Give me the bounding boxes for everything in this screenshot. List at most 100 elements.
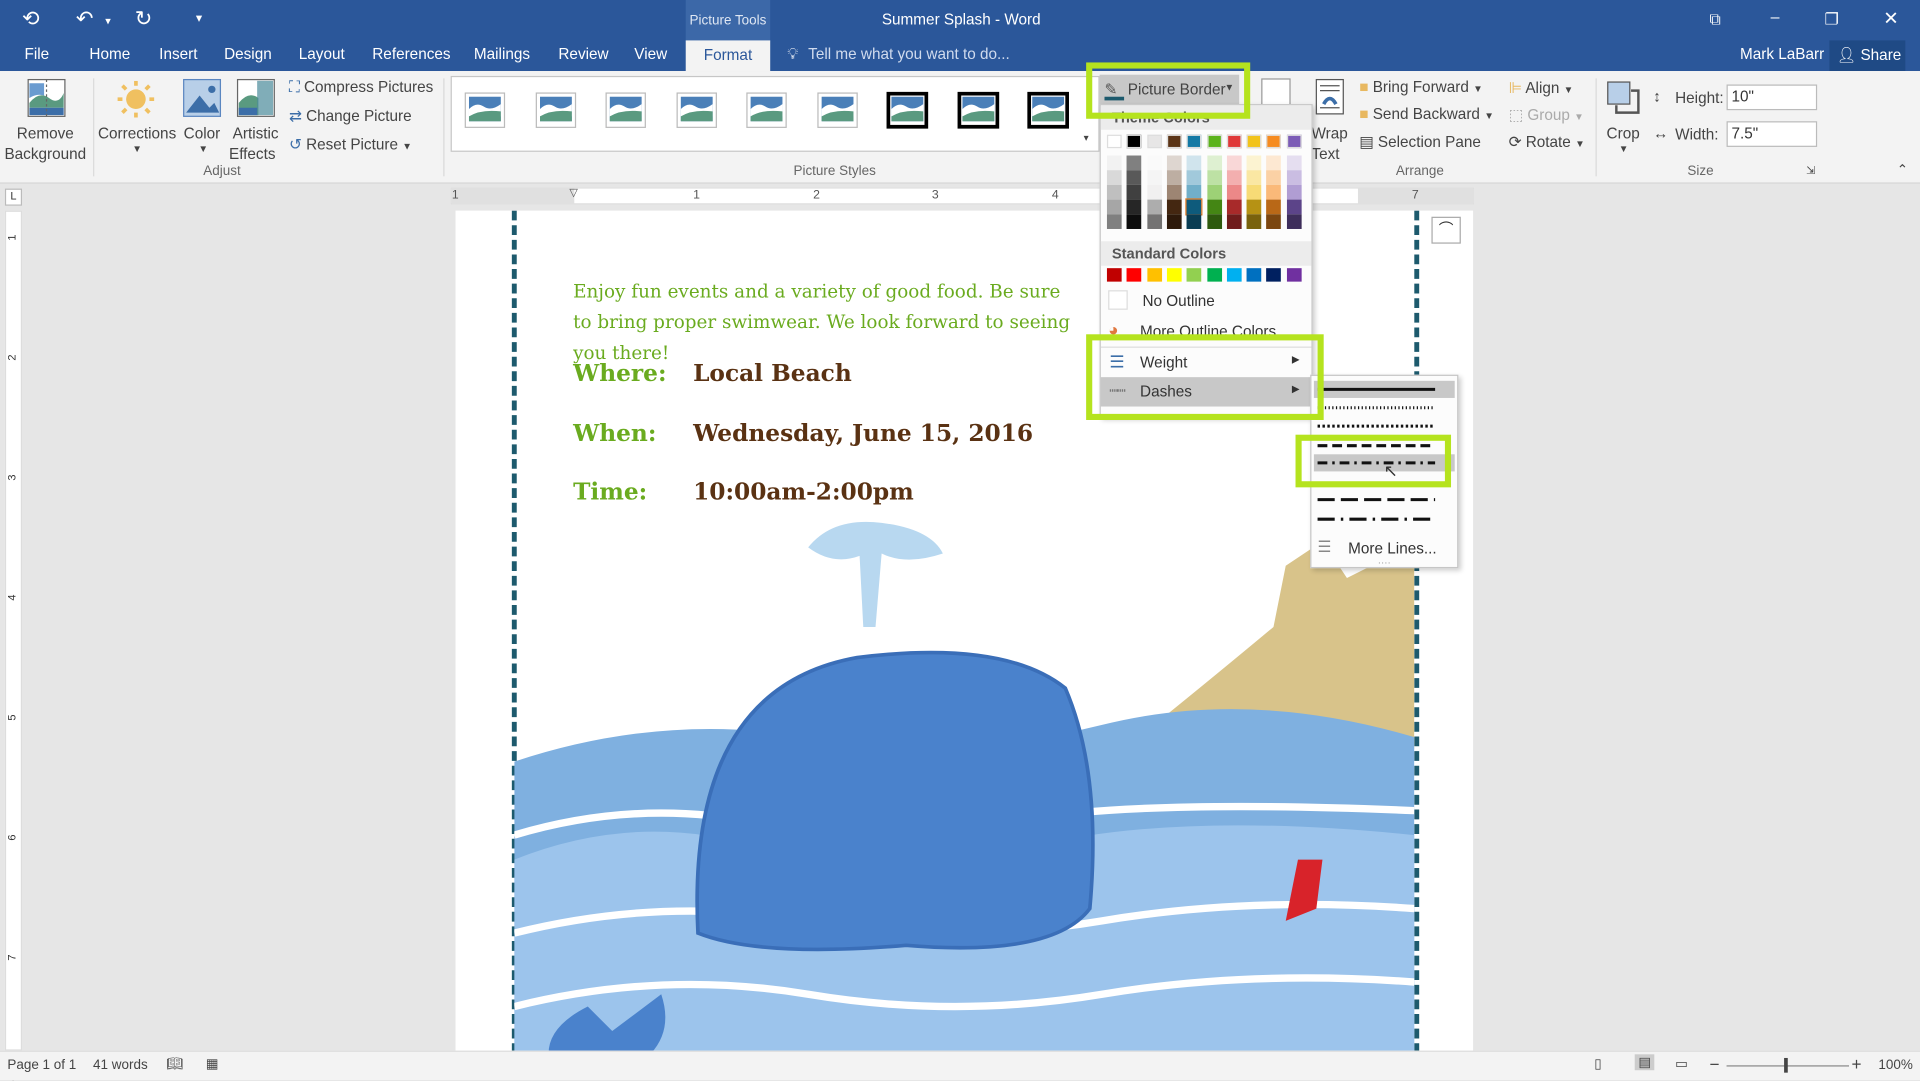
indent-marker-icon[interactable]: ▽ <box>569 186 577 199</box>
remove-background-button[interactable]: Remove Background <box>0 76 91 163</box>
gallery-more-icon[interactable]: ▾ <box>1084 132 1089 143</box>
width-input[interactable]: 7.5" <box>1726 121 1818 147</box>
zoom-in-icon[interactable]: + <box>1851 1054 1861 1074</box>
theme-color-shade[interactable] <box>1246 184 1262 200</box>
theme-color-shade[interactable] <box>1146 155 1162 171</box>
theme-color-swatch[interactable] <box>1226 134 1242 149</box>
theme-color-shade[interactable] <box>1266 199 1282 215</box>
theme-color-shade[interactable] <box>1126 184 1142 200</box>
standard-color-swatch[interactable] <box>1166 268 1182 282</box>
theme-color-shade[interactable] <box>1166 155 1182 171</box>
selection-pane-button[interactable]: ▤ Selection Pane <box>1359 132 1481 150</box>
theme-color-shade[interactable] <box>1146 170 1162 185</box>
standard-color-swatch[interactable] <box>1246 268 1262 282</box>
theme-color-shade[interactable] <box>1146 184 1162 200</box>
dash-style-square-dot[interactable] <box>1314 418 1455 435</box>
standard-color-swatch[interactable] <box>1126 268 1142 282</box>
theme-color-shade[interactable] <box>1186 214 1202 229</box>
theme-color-shade[interactable] <box>1226 155 1242 171</box>
standard-color-swatch[interactable] <box>1106 268 1122 282</box>
theme-color-shade[interactable] <box>1166 199 1182 215</box>
group-button[interactable]: ⬚ Group ▼ <box>1509 105 1584 124</box>
theme-color-swatch[interactable] <box>1126 134 1142 149</box>
bring-forward-button[interactable]: ■ Bring Forward ▼ <box>1359 78 1483 95</box>
theme-color-swatch[interactable] <box>1166 134 1182 149</box>
theme-color-shade[interactable] <box>1286 184 1302 200</box>
standard-color-swatch[interactable] <box>1266 268 1282 282</box>
standard-color-swatch[interactable] <box>1206 268 1222 282</box>
theme-color-shade[interactable] <box>1166 214 1182 229</box>
theme-color-shade[interactable] <box>1226 199 1242 215</box>
picture-style-thumbnail[interactable] <box>675 92 717 129</box>
picture-style-thumbnail[interactable] <box>885 90 930 130</box>
vertical-ruler[interactable]: 12345678 <box>4 210 23 1081</box>
picture-style-thumbnail[interactable] <box>1026 90 1071 130</box>
ribbon-display-icon[interactable]: ⧉ <box>1709 10 1720 30</box>
theme-color-shade[interactable] <box>1226 170 1242 185</box>
restore-icon[interactable]: ❐ <box>1825 10 1839 30</box>
tab-design[interactable]: Design <box>224 45 272 62</box>
theme-color-shade[interactable] <box>1186 170 1202 185</box>
tab-insert[interactable]: Insert <box>159 45 197 62</box>
wrap-text-button[interactable]: Wrap Text <box>1308 76 1352 163</box>
dash-style-round-dot[interactable] <box>1314 399 1455 416</box>
artistic-effects-button[interactable]: Artistic Effects <box>229 76 284 163</box>
tab-references[interactable]: References <box>372 45 450 62</box>
theme-color-shade[interactable] <box>1146 199 1162 215</box>
tab-review[interactable]: Review <box>558 45 608 62</box>
theme-color-swatch[interactable] <box>1106 134 1122 149</box>
reset-picture-button[interactable]: ↺ Reset Picture ▼ <box>289 135 412 153</box>
theme-color-shade[interactable] <box>1106 214 1122 229</box>
tab-layout[interactable]: Layout <box>299 45 345 62</box>
picture-style-thumbnail[interactable] <box>746 92 788 129</box>
dash-style-long-dash[interactable] <box>1314 491 1455 508</box>
change-picture-button[interactable]: ⇄ Change Picture <box>289 107 412 125</box>
proofing-icon[interactable]: 📖︎ <box>167 1056 184 1072</box>
picture-style-thumbnail[interactable] <box>605 92 647 129</box>
undo-icon[interactable]: ↶ <box>76 7 93 31</box>
picture-style-thumbnail[interactable] <box>816 92 858 129</box>
theme-color-shade[interactable] <box>1266 155 1282 171</box>
standard-color-swatch[interactable] <box>1286 268 1302 282</box>
page-count[interactable]: Page 1 of 1 <box>7 1058 76 1073</box>
size-dialog-launcher-icon[interactable]: ⇲ <box>1806 164 1815 177</box>
share-button[interactable]: 👤︎ Share <box>1829 40 1906 72</box>
theme-color-shade[interactable] <box>1186 155 1202 171</box>
word-count[interactable]: 41 words <box>93 1058 148 1073</box>
compress-pictures-button[interactable]: ⛶ Compress Pictures <box>289 78 433 96</box>
resize-grip[interactable]: ···· <box>1311 557 1457 568</box>
send-backward-button[interactable]: ■ Send Backward ▼ <box>1359 105 1494 122</box>
theme-color-shade[interactable] <box>1206 214 1222 229</box>
theme-color-swatch[interactable] <box>1206 134 1222 149</box>
dash-style-solid[interactable] <box>1313 380 1455 398</box>
rotate-button[interactable]: ⟳ Rotate ▼ <box>1509 132 1585 150</box>
theme-color-shade[interactable] <box>1226 214 1242 229</box>
picture-style-thumbnail[interactable] <box>955 90 1000 130</box>
theme-color-shade[interactable] <box>1106 170 1122 185</box>
horizontal-ruler[interactable]: 11234567▽ <box>450 186 1475 205</box>
crop-button[interactable]: Crop ▼ <box>1602 76 1646 162</box>
zoom-level[interactable]: 100% <box>1878 1058 1912 1073</box>
theme-color-swatch[interactable] <box>1146 134 1162 149</box>
zoom-slider-thumb[interactable] <box>1784 1057 1788 1073</box>
theme-color-shade[interactable] <box>1286 214 1302 229</box>
theme-color-shade[interactable] <box>1246 155 1262 171</box>
tab-selector[interactable]: L <box>4 188 23 206</box>
autosave-icon[interactable]: ⟲ <box>22 7 39 31</box>
tab-mailings[interactable]: Mailings <box>474 45 530 62</box>
tell-me-input[interactable]: Tell me what you want to do... <box>808 45 1010 62</box>
redo-icon[interactable]: ↻ <box>135 7 152 31</box>
theme-color-shade[interactable] <box>1185 198 1203 216</box>
theme-color-shade[interactable] <box>1246 199 1262 215</box>
theme-color-shade[interactable] <box>1106 184 1122 200</box>
theme-color-shade[interactable] <box>1266 170 1282 185</box>
user-name[interactable]: Mark LaBarr <box>1740 45 1824 62</box>
theme-color-shade[interactable] <box>1106 155 1122 171</box>
collapse-ribbon-icon[interactable]: ⌃ <box>1897 162 1908 178</box>
zoom-out-icon[interactable]: − <box>1709 1054 1719 1074</box>
align-button[interactable]: ⊫ Align ▼ <box>1509 78 1574 97</box>
theme-color-shade[interactable] <box>1126 214 1142 229</box>
theme-color-shade[interactable] <box>1266 184 1282 200</box>
dash-style-long-dash-dot[interactable] <box>1314 511 1455 528</box>
tab-file[interactable]: File <box>24 45 49 62</box>
